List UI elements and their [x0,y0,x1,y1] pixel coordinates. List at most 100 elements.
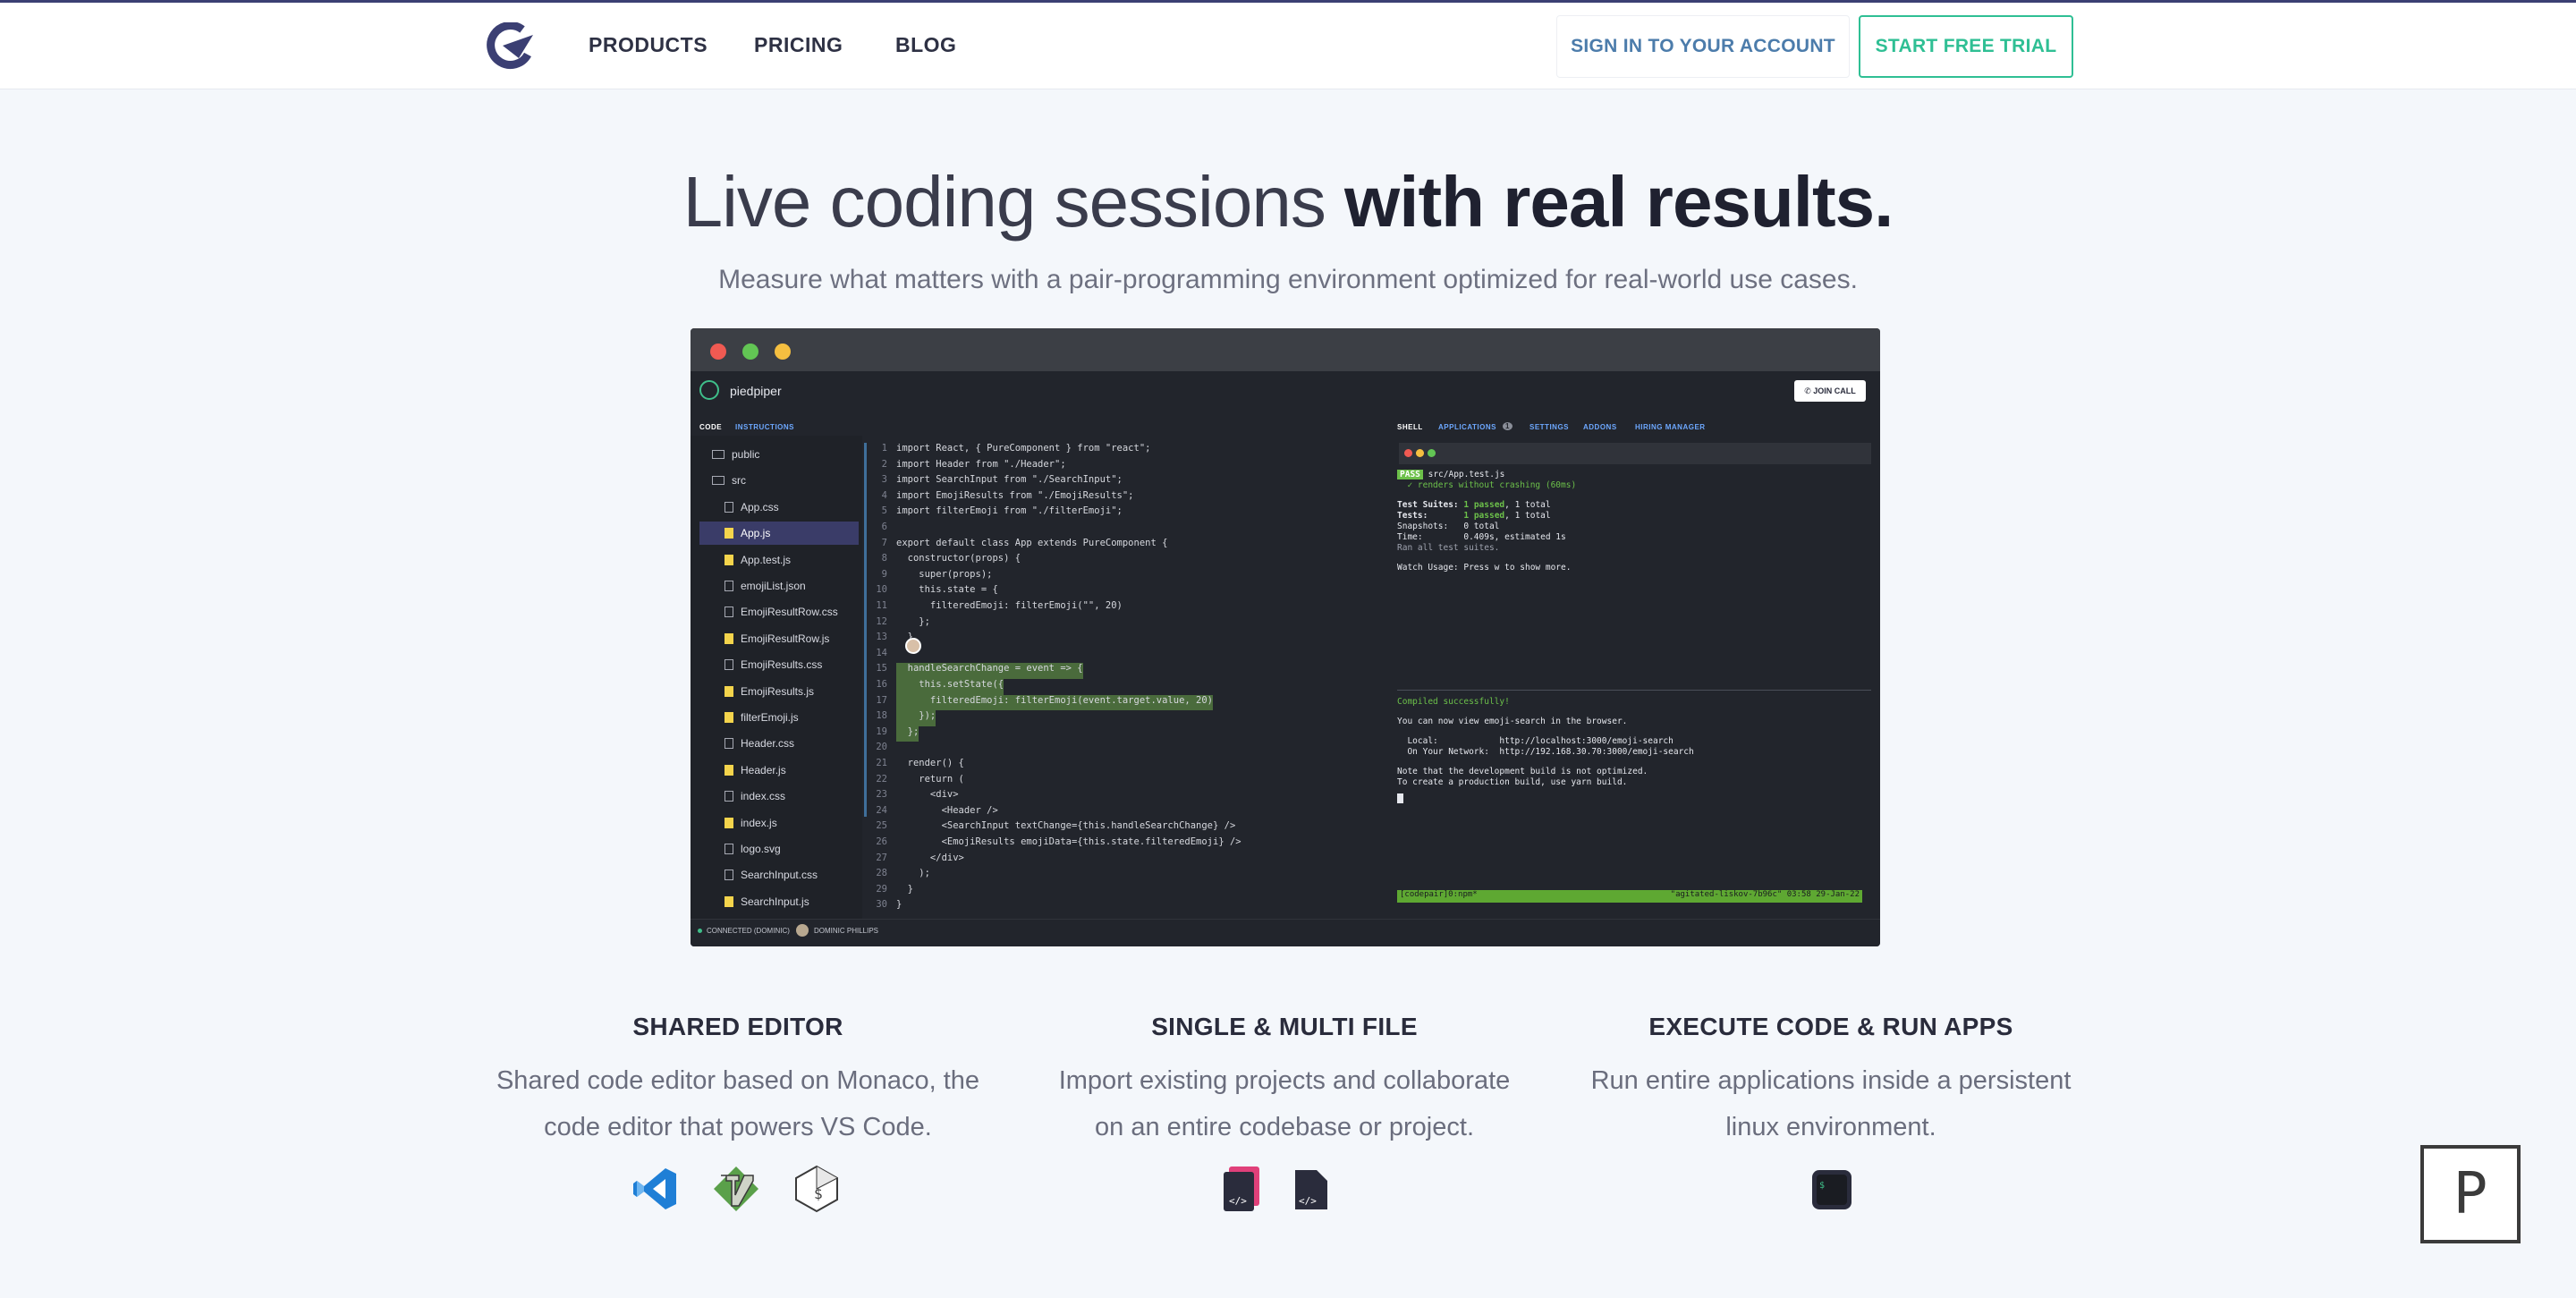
code-line: 1 import React, { PureComponent } from "r… [869,443,1151,459]
code-text: }; [896,725,919,742]
file-icon [724,844,733,854]
single-file-icon: </> [1295,1170,1327,1209]
tab-instructions[interactable]: INSTRUCTIONS [735,423,794,431]
code-text: <EmojiResults emojiData={this.state.filt… [896,836,1241,847]
line-number: 2 [881,458,887,470]
join-call-button[interactable]: ✆ JOIN CALL [1794,380,1866,402]
code-line: 8 constructor(props) { [869,553,1021,569]
feature-description: Import existing projects and collaborate… [1034,1057,1535,1150]
tab-hiring-manager[interactable]: HIRING MANAGER [1635,423,1706,431]
terminal-line: Time: 0.409s, estimated 1s [1397,532,1566,542]
feature-single-multi-file: SINGLE & MULTI FILE Import existing proj… [1034,1013,1535,1150]
file-tree-item[interactable]: emojiList.json [699,574,859,598]
terminal-line: Test Suites: 1 passed, 1 total [1397,500,1551,510]
code-text: this.state = { [896,584,998,596]
file-tree-label: App.css [741,500,779,513]
file-tree-item[interactable]: SearchInput.css [699,863,859,887]
line-number: 13 [876,632,887,643]
code-text: import Header from "./Header"; [896,458,1066,470]
code-text: handleSearchChange = event => { [896,663,1083,679]
editor-divider[interactable] [864,443,867,817]
code-text: export default class App extends PureCom… [896,537,1168,548]
file-tree-item[interactable]: App.test.js [699,548,859,572]
nav-products[interactable]: PRODUCTS [589,33,708,57]
file-tree-item[interactable]: index.css [699,785,859,808]
tab-applications[interactable]: APPLICATIONS [1438,423,1496,431]
feature-line: Run entire applications inside a persist… [1590,1066,2072,1095]
file-tree-item[interactable]: App.js [699,522,859,546]
vim-icon [714,1167,758,1211]
tab-code[interactable]: CODE [699,423,722,431]
file-icons: </> </> [1222,1165,1329,1213]
code-text: import EmojiResults from "./EmojiResults… [896,489,1134,501]
feature-description: Shared code editor based on Monaco, the c… [487,1057,988,1150]
feature-title: SHARED EDITOR [632,1013,843,1040]
file-tree-item[interactable]: public [699,443,859,466]
file-tree-item[interactable]: Header.js [699,759,859,782]
app-status-bar: CONNECTED (DOMINIC) DOMINIC PHILLIPS [691,919,1880,946]
code-line: 26 <EmojiResults emojiData={this.state.f… [869,836,1241,853]
line-number: 17 [876,694,887,706]
code-editor[interactable]: 1 import React, { PureComponent } from "r… [869,443,1241,917]
terminal-line: Local: http://localhost:3000/emoji-searc… [1397,736,1674,746]
file-tree-item[interactable]: EmojiResults.css [699,653,859,676]
file-tree-item[interactable]: logo.svg [699,837,859,861]
terminal-minimize-dot-icon [1416,449,1424,457]
tab-shell[interactable]: SHELL [1397,423,1423,431]
file-tree-label: EmojiResults.js [741,684,815,698]
code-text: </div> [896,852,964,863]
code-text: }; [896,615,930,627]
code-line: 3 import SearchInput from "./SearchInput"… [869,474,1123,490]
file-tree-item[interactable]: filterEmoji.js [699,706,859,729]
file-icon [724,554,733,565]
code-text: this.setState({ [896,679,1004,695]
line-number: 14 [876,647,887,658]
tab-addons[interactable]: ADDONS [1583,423,1617,431]
code-text: super(props); [896,568,993,580]
feature-line: on an entire codebase or project. [1095,1113,1474,1141]
line-number: 22 [876,773,887,785]
hero-title-light: Live coding sessions [682,162,1345,242]
line-number: 8 [881,553,887,564]
code-line: 30} [869,899,902,915]
code-line: 17 filteredEmoji: filterEmoji(event.targ… [869,694,1214,711]
brand-logo-icon[interactable] [483,22,540,71]
terminal-line: Tests: 1 passed, 1 total [1397,511,1551,521]
file-tree-label: public [732,448,760,461]
sign-in-button[interactable]: SIGN IN TO YOUR ACCOUNT [1556,15,1850,78]
code-text: } [896,899,902,911]
file-tree-item[interactable]: SearchInput.js [699,890,859,913]
code-line: 9 super(props); [869,568,993,585]
file-tree-item[interactable]: Header.css [699,732,859,755]
file-tree-item[interactable]: App.css [699,496,859,519]
hero-title: Live coding sessions with real results. [0,161,2576,243]
file-tree-label: App.test.js [741,553,792,566]
run-icons: $ [1810,1168,1853,1211]
corner-badge[interactable]: P [2420,1145,2521,1243]
line-number: 30 [876,899,887,911]
line-number: 18 [876,710,887,722]
file-tree-item[interactable]: EmojiResultRow.css [699,600,859,624]
terminal-pane[interactable]: PASS src/App.test.js ✓ renders without c… [1397,443,1871,917]
code-text: <div> [896,789,959,801]
nav-pricing[interactable]: PRICING [754,33,843,57]
terminal-cursor [1397,793,1403,803]
multi-file-icon: </> [1224,1167,1259,1211]
code-line: 11 filteredEmoji: filterEmoji("", 20) [869,600,1123,616]
code-line: 2 import Header from "./Header"; [869,459,1066,475]
file-icon [724,581,733,591]
start-free-trial-button[interactable]: START FREE TRIAL [1859,15,2073,78]
file-tree-item[interactable]: EmojiResultRow.js [699,627,859,650]
top-nav: PRODUCTS PRICING BLOG SIGN IN TO YOUR AC… [0,3,2576,89]
file-tree-item[interactable]: index.js [699,811,859,835]
nav-blog[interactable]: BLOG [895,33,956,57]
tab-settings[interactable]: SETTINGS [1530,423,1569,431]
line-number: 16 [876,679,887,690]
file-tree-label: SearchInput.css [741,869,818,882]
applications-count-badge: 1 [1503,422,1513,430]
line-number: 24 [876,804,887,816]
code-line: 21 render() { [869,758,964,774]
file-tree-item[interactable]: EmojiResults.js [699,680,859,703]
file-tree-label: index.js [741,816,777,829]
file-tree-item[interactable]: src [699,469,859,492]
